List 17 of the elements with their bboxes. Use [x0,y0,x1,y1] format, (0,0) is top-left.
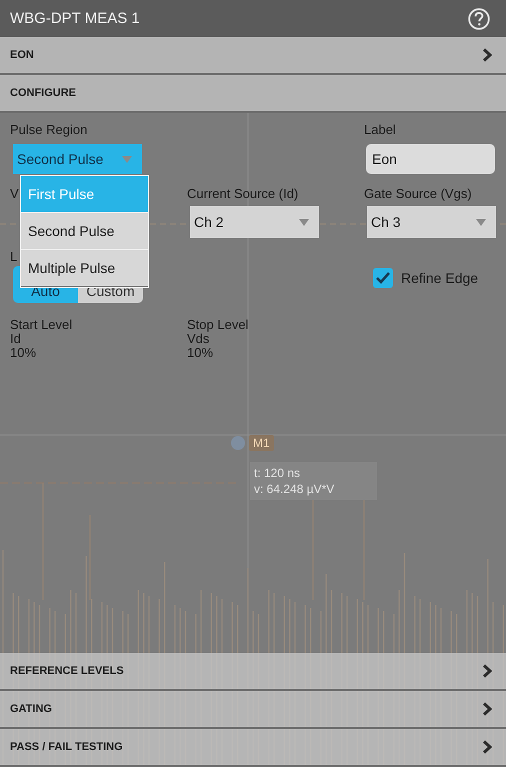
level-title: Start Level [10,318,72,332]
window-title: WBG-DPT MEAS 1 [10,10,140,27]
field-label: L [10,249,18,264]
field-label: Gate Source (Vgs) [364,186,472,201]
checkbox-label: Refine Edge [401,270,478,286]
level-title: Stop Level [187,318,248,332]
marker-tag: M1 [249,435,274,451]
readout-text: v: 64.248 µV*V [254,481,334,497]
level-source: Vds [187,332,210,346]
field-label: V [10,186,19,201]
field-label: Pulse Region [10,122,88,137]
field-label: Label [364,122,396,137]
level-value: 10% [187,346,214,360]
level-source: Id [10,332,21,346]
level-value: 10% [10,346,36,360]
readout-text: t: 120 ns [254,465,300,481]
field-label: Current Source (Id) [187,186,298,201]
